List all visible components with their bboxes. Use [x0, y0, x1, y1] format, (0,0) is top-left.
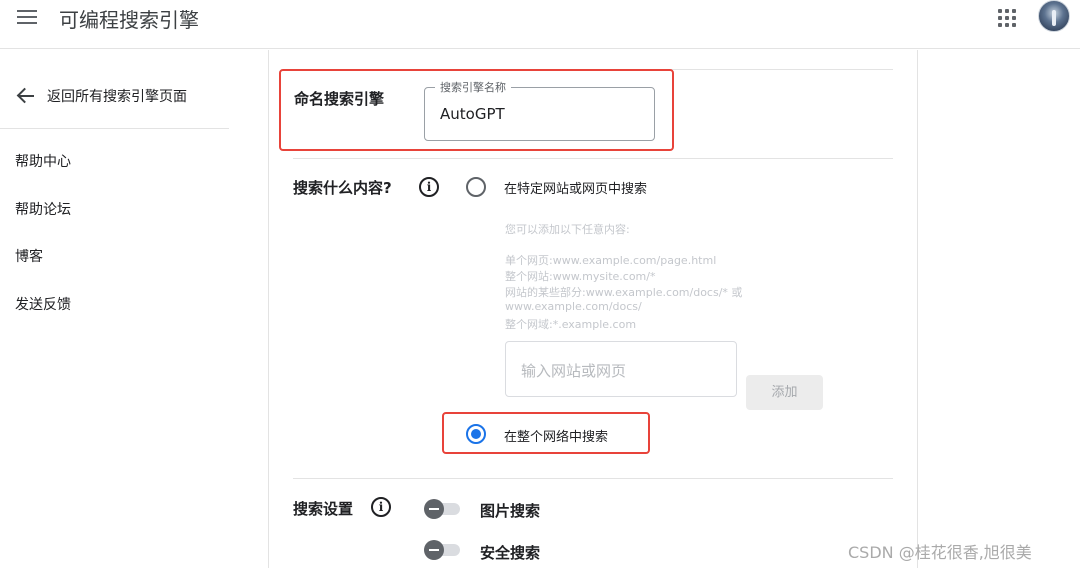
engine-name-field[interactable]: 搜索引擎名称 AutoGPT [424, 79, 655, 141]
what-section-label: 搜索什么内容? [293, 179, 392, 197]
name-section-label: 命名搜索引擎 [294, 90, 385, 108]
top-app-bar: 可编程搜索引擎 [0, 0, 1080, 49]
hint-line: 网站的某些部分:www.example.com/docs/* 或 [505, 286, 743, 299]
section-divider [293, 478, 893, 479]
radio-entire-web-label: 在整个网络中搜索 [504, 430, 609, 445]
sidebar-divider [0, 128, 229, 129]
hint-line: 单个网页:www.example.com/page.html [505, 254, 717, 267]
apps-grid-icon[interactable] [998, 9, 1016, 27]
hint-line: 整个网域:*.example.com [505, 318, 637, 331]
sidebar-item-blog[interactable]: 博客 [15, 246, 43, 266]
info-icon[interactable]: i [371, 497, 391, 517]
hint-line: 整个网站:www.mysite.com/* [505, 270, 656, 283]
info-icon[interactable]: i [419, 177, 439, 197]
app-title: 可编程搜索引擎 [59, 8, 199, 32]
safe-search-label: 安全搜索 [480, 544, 541, 562]
image-search-toggle[interactable] [424, 499, 460, 519]
site-url-input[interactable]: 输入网站或网页 [505, 341, 737, 397]
back-link-label: 返回所有搜索引擎页面 [47, 89, 187, 105]
menu-icon[interactable] [17, 10, 37, 24]
content-right-border [917, 50, 918, 568]
arrow-back-icon [16, 86, 36, 106]
image-search-label: 图片搜索 [480, 502, 541, 520]
site-url-placeholder: 输入网站或网页 [521, 362, 627, 380]
radio-specific-sites-label: 在特定网站或网页中搜索 [504, 182, 648, 197]
section-divider [293, 158, 893, 159]
safe-search-toggle[interactable] [424, 540, 460, 560]
radio-specific-sites[interactable] [466, 177, 486, 197]
sidebar-item-help-center[interactable]: 帮助中心 [15, 151, 71, 171]
radio-entire-web[interactable] [466, 424, 486, 444]
sidebar-item-feedback[interactable]: 发送反馈 [15, 294, 71, 314]
add-site-button[interactable]: 添加 [746, 375, 823, 410]
watermark: CSDN @桂花很香,旭很美 [848, 543, 1032, 562]
back-to-engines-link[interactable]: 返回所有搜索引擎页面 [16, 85, 187, 107]
avatar[interactable] [1038, 0, 1070, 32]
engine-name-value: AutoGPT [440, 105, 505, 123]
hint-line: www.example.com/docs/ [505, 300, 642, 313]
hint-title: 您可以添加以下任意内容: [505, 223, 630, 236]
sidebar-item-help-forum[interactable]: 帮助论坛 [15, 199, 71, 219]
sidebar: 返回所有搜索引擎页面 帮助中心 帮助论坛 博客 发送反馈 [0, 50, 269, 568]
settings-section-label: 搜索设置 [293, 500, 354, 518]
engine-name-field-label: 搜索引擎名称 [435, 79, 511, 95]
